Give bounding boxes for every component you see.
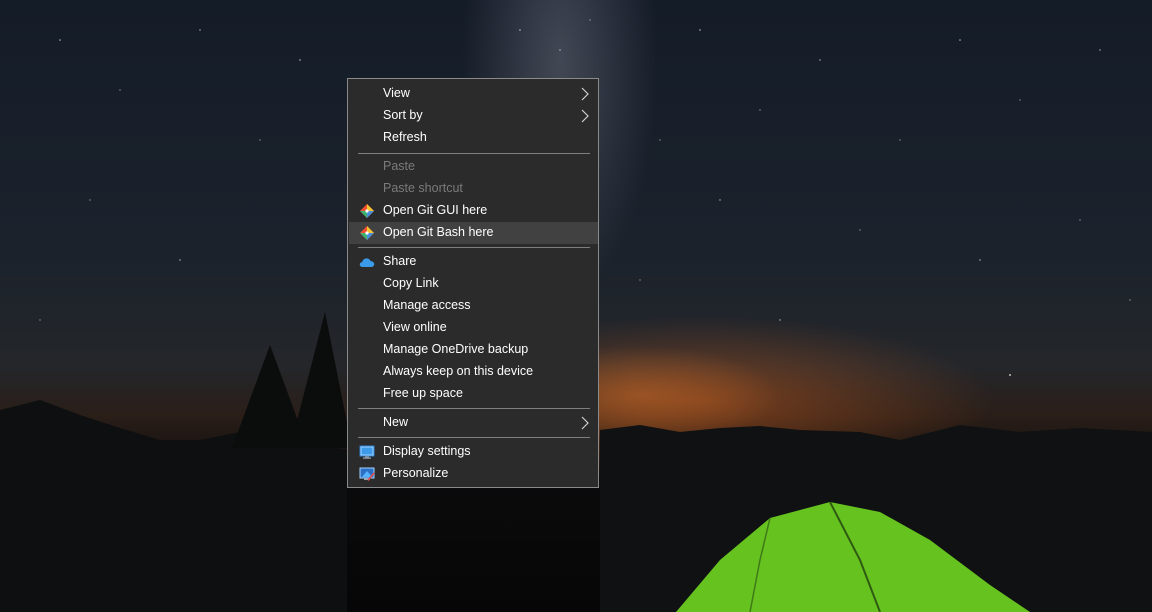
- menu-item-refresh[interactable]: Refresh: [349, 127, 598, 149]
- menu-separator: [358, 247, 590, 248]
- menu-item-copy-link-label: Copy Link: [383, 276, 439, 290]
- menu-item-always-keep[interactable]: Always keep on this device: [349, 361, 598, 383]
- menu-item-free-up-space-label: Free up space: [383, 386, 463, 400]
- menu-item-open-git-bash-label: Open Git Bash here: [383, 225, 494, 239]
- menu-item-view-label: View: [383, 86, 410, 100]
- menu-item-manage-onedrive-backup[interactable]: Manage OneDrive backup: [349, 339, 598, 361]
- menu-item-free-up-space[interactable]: Free up space: [349, 383, 598, 405]
- menu-item-sort-by[interactable]: Sort by: [349, 105, 598, 127]
- menu-item-open-git-gui-label: Open Git GUI here: [383, 203, 488, 217]
- menu-item-paste-shortcut: Paste shortcut: [349, 178, 598, 200]
- chevron-right-icon: [581, 109, 589, 123]
- display-settings-icon: [359, 445, 375, 459]
- onedrive-cloud-icon: [359, 258, 375, 267]
- menu-item-share[interactable]: Share: [349, 251, 598, 273]
- menu-item-sort-by-label: Sort by: [383, 108, 423, 122]
- menu-item-view-online[interactable]: View online: [349, 317, 598, 339]
- chevron-right-icon: [581, 87, 589, 101]
- menu-item-display-settings-label: Display settings: [383, 444, 471, 458]
- menu-item-paste-label: Paste: [383, 159, 415, 173]
- menu-separator: [358, 153, 590, 154]
- menu-item-manage-access[interactable]: Manage access: [349, 295, 598, 317]
- menu-item-view-online-label: View online: [383, 320, 447, 334]
- git-icon: [360, 226, 374, 240]
- menu-item-view[interactable]: View: [349, 83, 598, 105]
- menu-item-personalize[interactable]: Personalize: [349, 463, 598, 485]
- menu-item-manage-onedrive-backup-label: Manage OneDrive backup: [383, 342, 529, 356]
- personalize-icon: [359, 467, 375, 481]
- menu-item-paste: Paste: [349, 156, 598, 178]
- menu-item-open-git-gui[interactable]: Open Git GUI here: [349, 200, 598, 222]
- menu-item-open-git-bash[interactable]: Open Git Bash here: [349, 222, 598, 244]
- menu-item-refresh-label: Refresh: [383, 130, 427, 144]
- menu-item-new-label: New: [383, 415, 409, 429]
- menu-item-new[interactable]: New: [349, 412, 598, 434]
- menu-item-share-label: Share: [383, 254, 417, 268]
- menu-item-copy-link[interactable]: Copy Link: [349, 273, 598, 295]
- git-icon: [360, 204, 374, 218]
- menu-separator: [358, 408, 590, 409]
- chevron-right-icon: [581, 416, 589, 430]
- menu-item-display-settings[interactable]: Display settings: [349, 441, 598, 463]
- menu-separator: [358, 437, 590, 438]
- menu-item-paste-shortcut-label: Paste shortcut: [383, 181, 463, 195]
- menu-item-always-keep-label: Always keep on this device: [383, 364, 534, 378]
- desktop-context-menu: View Sort by Refresh Paste Paste shortcu…: [347, 78, 599, 488]
- menu-item-manage-access-label: Manage access: [383, 298, 471, 312]
- menu-item-personalize-label: Personalize: [383, 466, 449, 480]
